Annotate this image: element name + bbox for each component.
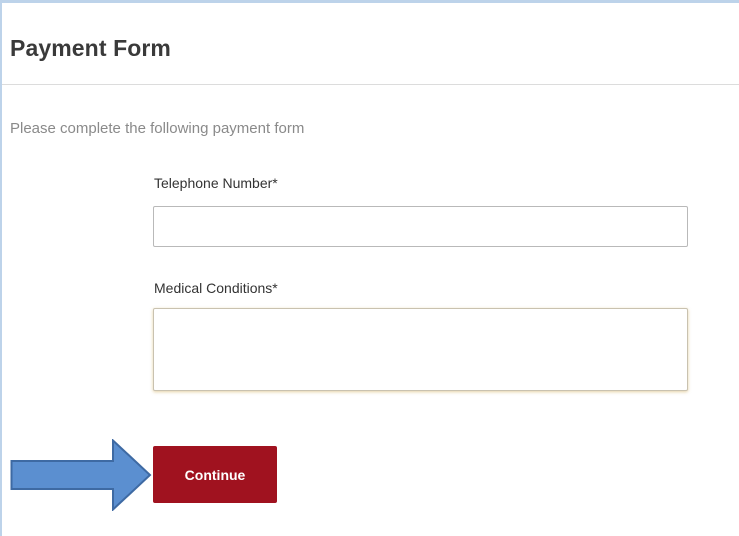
payment-form-page: Payment Form Please complete the followi… (0, 0, 739, 536)
page-title: Payment Form (10, 35, 171, 61)
continue-button[interactable]: Continue (153, 446, 277, 503)
medical-conditions-textarea[interactable] (153, 308, 688, 391)
telephone-number-input[interactable] (153, 206, 688, 247)
arrow-shape (10, 439, 152, 511)
right-arrow-icon (10, 439, 152, 511)
medical-conditions-label: Medical Conditions* (154, 280, 278, 296)
form-intro-text: Please complete the following payment fo… (10, 120, 305, 137)
title-divider (2, 84, 739, 85)
telephone-number-label: Telephone Number* (154, 175, 278, 191)
